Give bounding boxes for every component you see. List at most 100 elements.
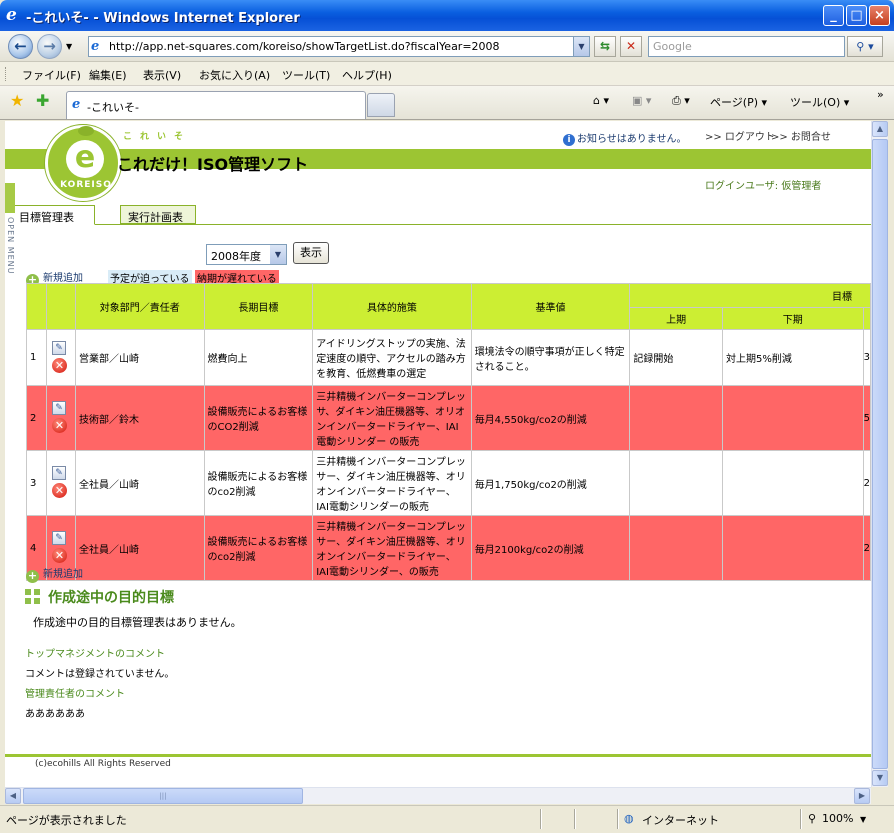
top-management-comment: コメントは登録されていません。 [25,669,175,680]
address-toolbar: ← → ▼ e http://app.net-squares.com/korei… [0,31,894,62]
back-button[interactable]: ← [8,34,33,59]
open-menu-handle[interactable] [5,183,15,213]
delete-icon[interactable]: ✕ [51,418,67,433]
cell-truncated: 2 [862,515,871,581]
cell-baseline: 毎月2100kg/co2の削減 [470,515,631,581]
zoom-icon[interactable]: ⚲ [808,812,816,825]
zoom-dropdown-icon[interactable]: ▼ [860,815,866,824]
cell-second-half [722,515,864,581]
maximize-button[interactable]: □ [846,5,867,26]
show-button[interactable]: 表示 [293,242,329,264]
search-button[interactable]: ⚲ ▾ [847,36,883,57]
tab-action-plan[interactable]: 実行計画表 [120,205,196,224]
header-baseline: 基準値 [470,283,631,330]
cell-measure: アイドリングストップの実施、法定速度の順守、アクセルの踏み方を教育、低燃費車の選… [312,329,472,386]
grid-icon [25,589,40,604]
horizontal-scroll-thumb[interactable]: ||| [23,788,303,804]
cell-baseline: 環境法令の順守事項が正しく特定されること。 [470,329,631,386]
cell-baseline: 毎月1,750kg/co2の削減 [470,450,631,516]
tab-goal-management[interactable]: 目標管理表 [15,205,95,225]
cell-long-term: 燃費向上 [203,329,314,386]
cell-dept: 技術部／鈴木 [74,385,205,451]
table-row: 1 ✎ ✕ 営業部／山崎 燃費向上 アイドリングストップの実施、法定速度の順守、ア… [26,329,871,386]
info-icon: i [563,134,575,146]
open-menu-tab[interactable]: OPEN MENU [5,183,15,323]
cell-first-half [629,450,724,516]
menu-edit[interactable]: 編集(E) [89,67,127,83]
header-measure: 具体的施策 [312,283,472,330]
print-icon[interactable]: ⎙ ▾ [672,94,690,108]
horizontal-scrollbar[interactable]: ◀ ||| ▶ [5,787,871,804]
draft-section-title: 作成途中の目的目標 [25,587,174,607]
menu-help[interactable]: ヘルプ(H) [342,67,392,83]
cell-first-half [629,385,724,451]
row-number: 3 [26,450,47,516]
header-goal: 目標 [629,283,871,308]
delete-icon[interactable]: ✕ [51,548,67,563]
row-number: 2 [26,385,47,451]
zoom-level[interactable]: 100% [822,812,853,825]
feeds-icon[interactable]: ▣ ▾ [632,94,651,107]
scroll-left-icon[interactable]: ◀ [5,788,21,804]
notice-text: お知らせはありません。 [577,134,687,145]
logo-text: KOREISO [60,180,112,190]
refresh-button[interactable]: ⇆ [594,36,616,57]
minimize-button[interactable]: _ [823,5,844,26]
cell-truncated: 2 [862,450,871,516]
search-input[interactable]: Google [648,36,845,57]
status-bar: ページが表示されました ◍ インターネット ⚲ 100% ▼ [0,805,894,833]
menu-file[interactable]: ファイル(F) [22,67,81,83]
page-icon: e [91,39,100,54]
new-tab-button[interactable] [367,93,395,117]
delete-icon[interactable]: ✕ [51,483,67,498]
edit-icon[interactable]: ✎ [51,466,66,480]
app-title: これだけ！ISO管理ソフト [117,155,309,174]
edit-icon[interactable]: ✎ [51,531,66,545]
menu-tools[interactable]: ツール(T) [282,67,330,83]
cell-long-term: 設備販売によるお客様のco2削減 [203,450,314,516]
edit-icon[interactable]: ✎ [51,401,66,415]
tools-menu[interactable]: ツール(O) ▾ [790,94,849,110]
add-favorite-icon[interactable]: ✚ [36,92,49,110]
chevron-more-icon[interactable]: » [877,88,884,101]
cell-second-half: 対上期5%削減 [722,329,864,386]
fiscal-year-select[interactable]: 2008年度 ▼ [206,244,287,265]
delete-icon[interactable]: ✕ [51,357,67,373]
notice-area[interactable]: i お知らせはありません。 [563,130,687,146]
window-titlebar: e -これいそ- - Windows Internet Explorer _ □… [0,0,894,31]
logout-link[interactable]: >> ログアウト [705,128,775,143]
browser-tab[interactable]: e -これいそ- [66,91,366,119]
menu-favorites[interactable]: お気に入り(A) [199,67,270,83]
top-management-comment-label: トップマネジメントのコメント [25,649,165,660]
vertical-scroll-thumb[interactable] [872,139,888,769]
menu-view[interactable]: 表示(V) [143,67,181,83]
contact-link[interactable]: >> お問合せ [771,128,831,143]
zone-text: インターネット [642,814,719,827]
tab-toolbar: ★ ✚ e -これいそ- ⌂ ▾ ▣ ▾ ⎙ ▾ ページ(P) ▾ ツール(O)… [0,86,894,120]
scroll-down-icon[interactable]: ▼ [872,770,888,786]
forward-button[interactable]: → [37,34,62,59]
cell-second-half [722,385,864,451]
address-dropdown-icon[interactable]: ▼ [573,37,589,56]
history-dropdown-icon[interactable]: ▼ [66,42,72,51]
cell-long-term: 設備販売によるお客様のCO2削減 [203,385,314,451]
window-title: -これいそ- - Windows Internet Explorer [26,11,300,26]
scroll-right-icon[interactable]: ▶ [854,788,870,804]
vertical-scrollbar[interactable]: ▲ ▼ [871,121,888,787]
table-row: 3 ✎ ✕ 全社員／山崎 設備販売によるお客様のco2削減 三井精機インバーターコ… [26,450,871,516]
home-icon[interactable]: ⌂ ▾ [593,94,609,107]
page-menu[interactable]: ページ(P) ▾ [710,94,767,110]
page-content: e KOREISO これいそ これだけ！ISO管理ソフト i お知らせはありません… [5,121,871,787]
address-field[interactable]: e http://app.net-squares.com/koreiso/sho… [88,36,590,57]
favorites-star-icon[interactable]: ★ [10,92,24,110]
scroll-up-icon[interactable]: ▲ [872,121,888,137]
open-menu-label: OPEN MENU [6,217,15,275]
address-url: http://app.net-squares.com/koreiso/showT… [109,40,500,53]
cell-second-half [722,450,864,516]
header-dept: 対象部門／責任者 [74,283,205,330]
cell-dept: 全社員／山崎 [74,515,205,581]
add-new-link-bottom[interactable]: + 新規追加 [26,565,83,583]
stop-button[interactable]: ✕ [620,36,642,57]
close-button[interactable]: × [869,5,890,26]
edit-icon[interactable]: ✎ [51,340,66,355]
